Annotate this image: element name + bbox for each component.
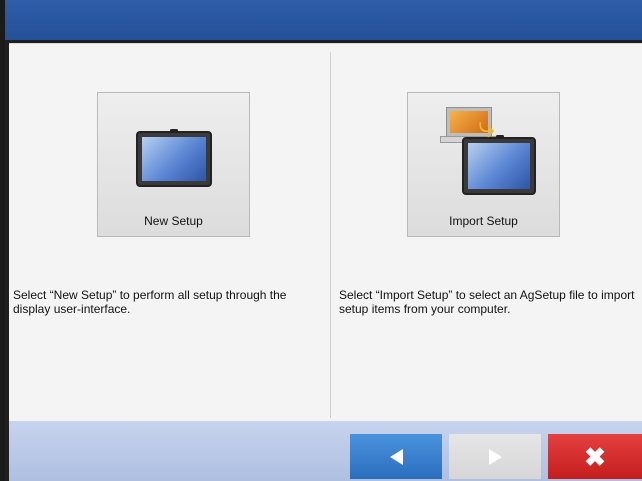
close-icon: ✖	[584, 441, 606, 472]
tablet-display-icon	[136, 129, 212, 187]
computer-to-display-import-icon: ⤷	[436, 103, 536, 198]
new-setup-label: New Setup	[144, 214, 203, 228]
right-arrow-icon	[488, 448, 502, 465]
tablet-display-icon	[462, 135, 536, 195]
import-setup-description: Select “Import Setup” to select an AgSet…	[339, 288, 635, 316]
import-setup-panel: ⤷ Import Setup Select “Import Setup” to …	[331, 44, 642, 421]
navigation-bar: ✖	[9, 421, 642, 481]
new-setup-description: Select “New Setup” to perform all setup …	[13, 288, 287, 316]
title-bar	[5, 0, 642, 40]
new-setup-panel: New Setup Select “New Setup” to perform …	[9, 44, 329, 421]
left-arrow-icon	[389, 448, 403, 465]
cancel-button[interactable]: ✖	[548, 434, 642, 479]
transfer-arrow-icon: ⤷	[478, 111, 495, 144]
next-button[interactable]	[449, 434, 541, 479]
import-setup-label: Import Setup	[449, 214, 518, 228]
back-button[interactable]	[350, 434, 442, 479]
import-setup-button[interactable]: ⤷ Import Setup	[407, 92, 560, 237]
new-setup-button[interactable]: New Setup	[97, 92, 250, 237]
setup-options-area: New Setup Select “New Setup” to perform …	[9, 43, 642, 421]
